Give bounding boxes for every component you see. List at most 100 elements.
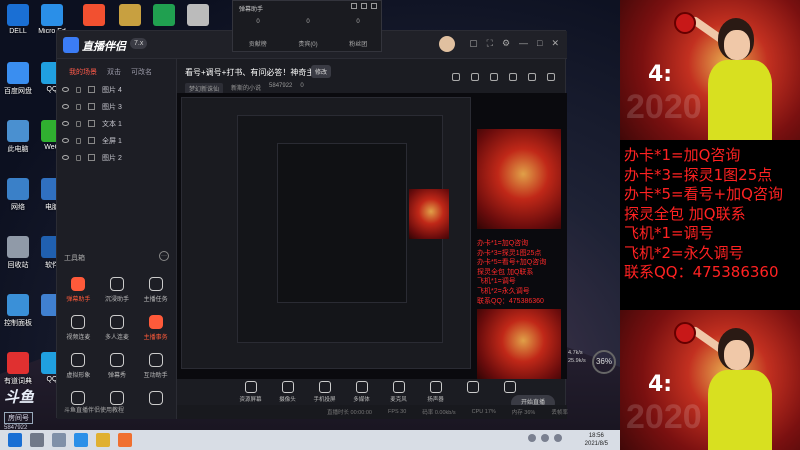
tool-label: 多人连麦 xyxy=(104,335,129,341)
visibility-icon[interactable] xyxy=(62,87,69,92)
popup-minimize-icon[interactable] xyxy=(361,3,367,9)
ime-icon[interactable] xyxy=(554,434,562,442)
app-logo-icon xyxy=(63,37,79,53)
desktop-icon[interactable]: 控制面板 xyxy=(0,294,36,328)
lock-icon[interactable] xyxy=(76,86,81,93)
window-mode-icon[interactable]: ▢ xyxy=(469,38,478,49)
desktop-icon[interactable] xyxy=(76,4,112,28)
popup-close-icon[interactable] xyxy=(371,3,377,9)
tab-vip[interactable]: 贵宾(0) xyxy=(298,39,317,48)
bottom-tool-button[interactable] xyxy=(459,381,486,403)
score-text: 4: xyxy=(648,62,673,87)
desktop-icon[interactable]: 此电脑 xyxy=(0,120,36,154)
start-button[interactable] xyxy=(8,433,22,447)
desktop-icon[interactable] xyxy=(180,4,216,28)
toolbox-item[interactable]: 主播任务 xyxy=(136,277,175,303)
network-speed: 4.7k/s 25.9k/s xyxy=(568,349,586,365)
bottom-tool-button[interactable]: 麦克风 xyxy=(385,381,412,403)
layout-icon[interactable] xyxy=(528,73,536,81)
close-button[interactable]: ✕ xyxy=(551,38,559,49)
scene-item[interactable]: 图片 3 xyxy=(57,98,176,115)
bottom-tool-button[interactable]: 多媒体 xyxy=(348,381,375,403)
stream-preview[interactable]: 办卡*1=加Q咨询 办卡*3=探灵1图25点 办卡*5=看号+加Q咨询 探灵全包 加Q… xyxy=(177,93,567,379)
edge-icon[interactable] xyxy=(74,433,88,447)
toolbox-item[interactable] xyxy=(136,391,175,408)
network-icon[interactable] xyxy=(528,434,536,442)
toolbox-item[interactable]: 沉浸助手 xyxy=(98,277,137,303)
bottom-tool-button[interactable]: 手机投屏 xyxy=(311,381,338,403)
popup-tabs: 贡献榜 贵宾(0) 粉丝团 xyxy=(233,39,383,48)
live-companion-taskbar-icon[interactable] xyxy=(118,433,132,447)
tab-my-scene[interactable]: 我的场景 xyxy=(69,67,97,77)
share-icon[interactable] xyxy=(547,73,555,81)
desktop-icon[interactable]: 回收站 xyxy=(0,236,36,270)
pin-icon[interactable] xyxy=(351,3,357,9)
task-view-icon[interactable] xyxy=(52,433,66,447)
tab-contribution[interactable]: 贡献榜 xyxy=(249,39,267,48)
bottom-tool-button[interactable]: 资源屏幕 xyxy=(237,381,264,403)
danmu-assistant-popup: 弹幕助手 0 0 0 贡献榜 贵宾(0) 粉丝团 xyxy=(232,0,382,52)
desktop-icon[interactable] xyxy=(112,4,148,28)
scene-item[interactable]: 图片 4 xyxy=(57,81,176,98)
tab-fan-club[interactable]: 粉丝团 xyxy=(349,39,367,48)
desktop-icon[interactable]: DELL xyxy=(0,4,36,35)
year-watermark: 2020 xyxy=(626,88,702,126)
app-icon xyxy=(7,236,29,258)
settings-icon[interactable]: ⚙ xyxy=(502,38,510,49)
toolbox-item[interactable]: 弹幕秀 xyxy=(98,353,137,379)
visibility-icon[interactable] xyxy=(62,138,69,143)
toolbox-item[interactable]: 虚拟形象 xyxy=(59,353,98,379)
scene-item[interactable]: 全屏 1 xyxy=(57,132,176,149)
tool-icon xyxy=(71,353,86,367)
toolbox-grid: 弹幕助手 沉浸助手 主播任务视频连麦 多人连麦 主播事务虚拟形象 弹幕秀 互动助手 xyxy=(59,277,175,408)
network-widget[interactable]: 4.7k/s 25.9k/s 36% xyxy=(566,345,616,375)
tab-double-click[interactable]: 双击 xyxy=(107,67,121,77)
search-icon[interactable] xyxy=(30,433,44,447)
window-icon[interactable] xyxy=(509,73,517,81)
volume-icon[interactable] xyxy=(541,434,549,442)
visibility-icon[interactable] xyxy=(62,104,69,109)
lock-icon[interactable] xyxy=(471,73,479,81)
bottom-tool-button[interactable]: 扬声器 xyxy=(422,381,449,403)
tutorial-link[interactable]: 斗鱼直播伴侣使用教程 xyxy=(64,405,124,414)
bottom-tool-button[interactable]: 摄像头 xyxy=(274,381,301,403)
preview-info-line: 飞机*1=调号 xyxy=(477,278,516,286)
trash-icon[interactable] xyxy=(452,73,460,81)
status-item: 码率 0.00kb/s xyxy=(422,410,456,416)
lock-icon[interactable] xyxy=(76,120,81,127)
desktop-icon[interactable] xyxy=(146,4,182,28)
toolbox-item[interactable]: 弹幕助手 xyxy=(59,277,98,303)
scene-item[interactable]: 文本 1 xyxy=(57,115,176,132)
toolbox-more-icon[interactable]: ··· xyxy=(159,251,169,261)
visibility-icon[interactable] xyxy=(62,155,69,160)
desktop-icon[interactable]: 有道词典 xyxy=(0,352,36,386)
list-icon[interactable] xyxy=(490,73,498,81)
visibility-icon[interactable] xyxy=(62,121,69,126)
maximize-button[interactable]: □ xyxy=(537,38,542,49)
desktop-icon[interactable]: 百度网盘 xyxy=(0,62,36,96)
toolbox-item[interactable]: 互动助手 xyxy=(136,353,175,379)
lock-icon[interactable] xyxy=(76,154,81,161)
preview-nested-window-3 xyxy=(277,143,407,303)
toolbox-item[interactable]: 主播事务 xyxy=(136,315,175,341)
scene-list: 图片 4 图片 3 文本 1 全屏 1 图片 2 xyxy=(57,81,176,166)
avatar[interactable] xyxy=(439,36,455,52)
douyu-watermark: 斗鱼 房间号 5847922 xyxy=(4,386,64,431)
desktop-icon[interactable]: 网络 xyxy=(0,178,36,212)
window-controls: ▢ ⛶ ⚙ — □ ✕ xyxy=(469,38,559,49)
toolbox-item[interactable]: 视频连麦 xyxy=(59,315,98,341)
lock-icon[interactable] xyxy=(76,137,81,144)
scene-item[interactable]: 图片 2 xyxy=(57,149,176,166)
folder-icon[interactable] xyxy=(96,433,110,447)
edit-title-button[interactable]: 修改 xyxy=(311,65,332,78)
tool-icon xyxy=(148,315,163,329)
lock-icon[interactable] xyxy=(76,103,81,110)
tool-label: 弹幕秀 xyxy=(107,373,126,379)
status-item: CPU 17% xyxy=(471,409,496,415)
toolbox-item[interactable]: 多人连麦 xyxy=(98,315,137,341)
fullscreen-icon[interactable]: ⛶ xyxy=(487,38,493,49)
tool-label: 视频连麦 xyxy=(66,335,91,341)
minimize-button[interactable]: — xyxy=(519,38,528,49)
taskbar-clock[interactable]: 18:56 2021/8/5 xyxy=(585,432,608,448)
tab-rename[interactable]: 可改名 xyxy=(131,67,152,77)
